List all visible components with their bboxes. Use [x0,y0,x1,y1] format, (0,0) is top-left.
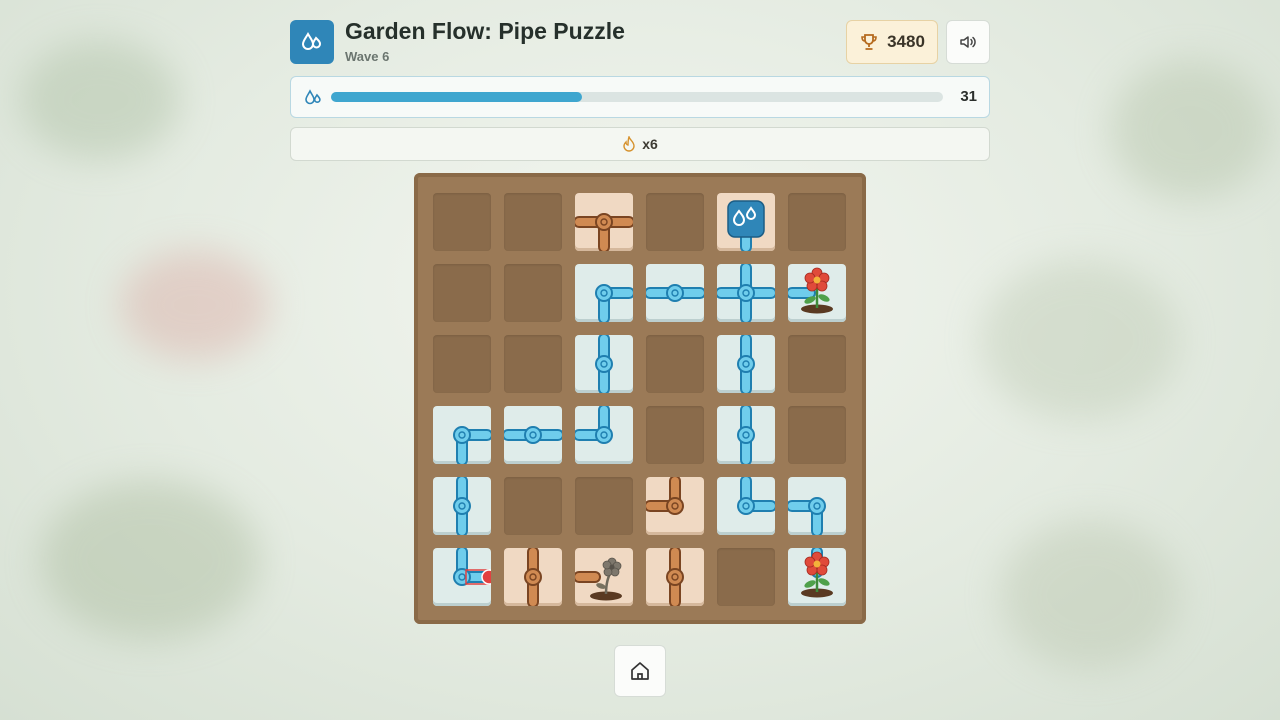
pipe-icon [575,406,613,444]
tile-flower-r5-c5[interactable] [788,548,846,606]
tile-empty-r2-c0[interactable] [433,335,491,393]
tile-water-r1-c2[interactable] [575,264,633,322]
pipe-icon [646,284,704,302]
pipe-icon [717,264,775,322]
pipe-icon [453,426,491,464]
pipe-icon [595,335,613,393]
wave-label: Wave 6 [345,49,390,64]
tile-water-r4-c5[interactable] [788,477,846,535]
flower-icon [788,267,833,314]
tile-empty-r4-c2[interactable] [575,477,633,535]
tile-water-r1-c3[interactable] [646,264,704,322]
wilted-flower-icon [575,557,622,601]
water-source-icon [727,200,765,251]
tile-dry-r5-c3[interactable] [646,548,704,606]
tile-empty-r5-c4[interactable] [717,548,775,606]
pipe-icon [666,548,684,606]
pipe-icon [453,548,491,586]
tile-water-r2-c4[interactable] [717,335,775,393]
tile-water-r1-c4[interactable] [717,264,775,322]
progress-track [331,92,943,102]
trophy-icon [861,34,877,50]
home-icon [631,662,649,680]
tile-empty-r4-c1[interactable] [504,477,562,535]
tile-water-r3-c2[interactable] [575,406,633,464]
tile-empty-r2-c1[interactable] [504,335,562,393]
pipe-icon [504,426,562,444]
tile-dry-r0-c2[interactable] [575,193,633,251]
pipe-icon [737,477,775,515]
tile-empty-r0-c1[interactable] [504,193,562,251]
flower-icon [801,548,833,598]
combo-banner: x6 [290,127,990,161]
tile-water-r3-c1[interactable] [504,406,562,464]
tile-flower-r1-c5[interactable] [788,264,846,322]
tile-dry-r4-c3[interactable] [646,477,704,535]
tile-water-r3-c4[interactable] [717,406,775,464]
tile-empty-r3-c5[interactable] [788,406,846,464]
tile-empty-r3-c3[interactable] [646,406,704,464]
pipe-icon [524,548,542,606]
tile-dry-r5-c1[interactable] [504,548,562,606]
header: Garden Flow: Pipe Puzzle Wave 6 3480 [290,18,990,66]
tile-water-r2-c2[interactable] [575,335,633,393]
home-button[interactable] [614,645,666,697]
water-progress: 31 [290,76,990,118]
pipe-icon [788,497,826,535]
tile-empty-r0-c3[interactable] [646,193,704,251]
tile-empty-r2-c3[interactable] [646,335,704,393]
score-value: 3480 [887,32,925,51]
water-drops-icon [290,20,334,64]
water-count: 31 [960,88,977,105]
progress-fill [331,92,582,102]
tile-empty-r0-c0[interactable] [433,193,491,251]
tile-water-r3-c0[interactable] [433,406,491,464]
tile-empty-r1-c1[interactable] [504,264,562,322]
combo-multiplier: x6 [642,136,658,152]
pipe-icon [646,477,684,515]
tile-leak-r5-c0[interactable] [433,548,491,606]
flame-icon [623,136,635,152]
score-badge: 3480 [846,20,938,64]
sound-button[interactable] [946,20,990,64]
tile-empty-r0-c5[interactable] [788,193,846,251]
pipe-icon [737,335,755,393]
tile-source-r0-c4[interactable] [717,193,775,251]
pipe-icon [453,477,471,535]
tile-wilted-r5-c2[interactable] [575,548,633,606]
speaker-icon [960,36,976,48]
tile-empty-r1-c0[interactable] [433,264,491,322]
pipe-icon [575,213,633,251]
pipe-icon [737,406,755,464]
tile-water-r4-c4[interactable] [717,477,775,535]
tile-water-r4-c0[interactable] [433,477,491,535]
pipe-board [414,173,866,624]
water-drops-icon [305,89,321,105]
page-title: Garden Flow: Pipe Puzzle [345,18,625,44]
tile-empty-r2-c5[interactable] [788,335,846,393]
pipe-icon [595,284,633,322]
